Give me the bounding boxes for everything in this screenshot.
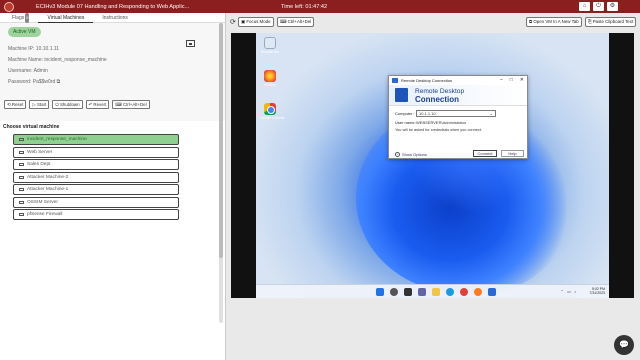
refresh-icon[interactable]: ⟳	[230, 18, 236, 26]
expand-circle-icon: ⌄	[395, 152, 400, 157]
firefox-taskbar-icon[interactable]	[474, 288, 482, 296]
gear-icon[interactable]: ⚙	[607, 2, 618, 11]
desktop-icon-recycle-bin[interactable]: Recycle Bin	[260, 37, 280, 54]
chevron-down-icon[interactable]: ⌄	[490, 111, 493, 116]
paste-clipboard-button[interactable]: ⎘ Paste Clipboard Text	[585, 17, 637, 27]
vm-list: incident_response_machine Web Server Sal…	[0, 134, 225, 220]
rdc-dialog: Remote Desktop Connection – □ ✕ Remote D…	[388, 75, 528, 159]
connect-button[interactable]: Connect	[473, 150, 497, 157]
start-icon[interactable]	[376, 288, 384, 296]
brand-logo	[4, 1, 14, 12]
ctrl-alt-del-button[interactable]: ⌨ Ctrl+Alt+Del	[112, 100, 150, 109]
rdc-titlebar: Remote Desktop Connection – □ ✕	[389, 76, 527, 85]
chrome-taskbar-icon[interactable]	[460, 288, 468, 296]
monitor-icon	[19, 150, 24, 154]
maximize-icon[interactable]: □	[510, 76, 513, 85]
active-vm-badge: Active VM	[8, 27, 41, 37]
left-panel: Flags 0 Virtual Machines Instructions Act…	[0, 12, 226, 360]
credentials-note: You will be asked for credentials when y…	[395, 128, 482, 132]
course-title: ECIHv3 Module 07 Handling and Responding…	[36, 3, 190, 10]
vm-item-attacker-machine-1[interactable]: Attacker Machine-1	[13, 184, 179, 195]
rdc-logo-icon	[395, 88, 408, 102]
top-bar: ECIHv3 Module 07 Handling and Responding…	[0, 0, 640, 13]
vm-toolbar: ⟳ ▣ Focus Mode ⌨ Ctrl+Alt+Del ⧉ Open VM …	[226, 17, 640, 28]
windows-desktop[interactable]: Recycle Bin Firefox Google Chrome Remote…	[256, 33, 609, 298]
copy-icon[interactable]: ⧉	[57, 79, 61, 85]
tab-flags[interactable]: Flags 0	[3, 12, 38, 23]
shutdown-button[interactable]: ⏻ Shutdown	[52, 100, 83, 109]
taskbar-clock[interactable]: 5:02 PM 7/31/2023	[589, 287, 605, 295]
screenshot-icon[interactable]	[186, 40, 195, 47]
tab-instructions[interactable]: Instructions	[93, 13, 137, 23]
user-name-value: WEBSERVER\Administrator	[416, 120, 467, 125]
computer-input[interactable]: 10.1.1.10 ⌄	[416, 110, 496, 117]
vm-item-web-server[interactable]: Web Server	[13, 146, 179, 158]
left-scrollbar[interactable]	[219, 23, 223, 323]
task-view-icon[interactable]	[404, 288, 412, 296]
home-icon[interactable]: ⌂	[579, 2, 590, 11]
computer-label: Computer:	[395, 111, 414, 116]
username: Username: Admin	[8, 68, 48, 74]
show-options-toggle[interactable]: ⌄ Show Options	[395, 152, 427, 157]
desktop-icon-chrome[interactable]: Google Chrome	[260, 103, 285, 120]
password: Password: Pa$$w0rd ⧉	[8, 79, 61, 85]
vm-item-incident-response-machine[interactable]: incident_response_machine	[13, 134, 179, 145]
monitor-icon	[19, 200, 24, 204]
start-button[interactable]: ▷ Start	[29, 100, 50, 109]
user-name-label: User name:	[395, 120, 416, 125]
monitor-icon	[19, 138, 24, 141]
monitor-icon	[19, 188, 24, 191]
choose-vm-title: Choose virtual machine	[3, 124, 60, 130]
desktop-icon-firefox[interactable]: Firefox	[260, 70, 280, 87]
monitor-icon	[19, 175, 24, 179]
chrome-icon	[264, 103, 276, 115]
focus-mode-button[interactable]: ▣ Focus Mode	[238, 17, 274, 27]
close-icon[interactable]: ✕	[520, 76, 524, 85]
vm-item-ossim-server[interactable]: OSSIM Server	[13, 196, 179, 208]
revert-button[interactable]: ↶ Revert	[85, 100, 110, 109]
firefox-icon	[264, 70, 276, 82]
vm-item-sales-dept[interactable]: Sales Dept	[13, 159, 179, 170]
edge-icon[interactable]	[446, 288, 454, 296]
tab-bar: Flags 0 Virtual Machines Instructions	[0, 12, 225, 23]
vm-screen[interactable]: Recycle Bin Firefox Google Chrome Remote…	[231, 33, 634, 298]
file-explorer-icon[interactable]	[432, 288, 440, 296]
ctrl-alt-del-toolbar-button[interactable]: ⌨ Ctrl+Alt+Del	[277, 17, 315, 27]
rdc-app-icon	[392, 78, 398, 83]
tray-icons[interactable]: ⌃ ▭ ♪	[561, 289, 577, 294]
machine-name: Machine Name: incident_response_machine	[8, 57, 107, 63]
vm-info-panel: Active VM Machine IP: 10.10.1.11 Machine…	[0, 23, 225, 121]
flags-count-badge: 0	[25, 12, 30, 23]
rdc-taskbar-icon[interactable]	[488, 288, 496, 296]
recycle-bin-icon	[264, 37, 276, 49]
chat-icon[interactable]	[418, 288, 426, 296]
minimize-icon[interactable]: –	[500, 76, 503, 85]
power-icon[interactable]: ⏻	[593, 2, 604, 11]
chat-bubble-icon[interactable]: 💬	[614, 335, 634, 355]
rdc-banner: Remote Desktop Connection	[389, 85, 527, 106]
open-vm-new-tab-button[interactable]: ⧉ Open VM In A New Tab	[526, 17, 582, 27]
monitor-icon	[19, 163, 24, 166]
search-icon[interactable]	[390, 288, 398, 296]
tab-virtual-machines[interactable]: Virtual Machines	[38, 13, 94, 23]
windows-taskbar: ⌃ ▭ ♪ 5:02 PM 7/31/2023	[256, 284, 609, 298]
vm-item-attacker-machine-2[interactable]: Attacker Machine-2	[13, 171, 179, 183]
time-left: Time left: 01:47:42	[281, 3, 328, 10]
vm-item-pfsense-firewall[interactable]: pfSense Firewall	[13, 209, 179, 220]
monitor-icon	[19, 213, 24, 216]
reset-button[interactable]: ⟲ Reset	[4, 100, 27, 109]
right-panel: ⟳ ▣ Focus Mode ⌨ Ctrl+Alt+Del ⧉ Open VM …	[226, 13, 640, 360]
help-button[interactable]: Help	[501, 150, 524, 157]
